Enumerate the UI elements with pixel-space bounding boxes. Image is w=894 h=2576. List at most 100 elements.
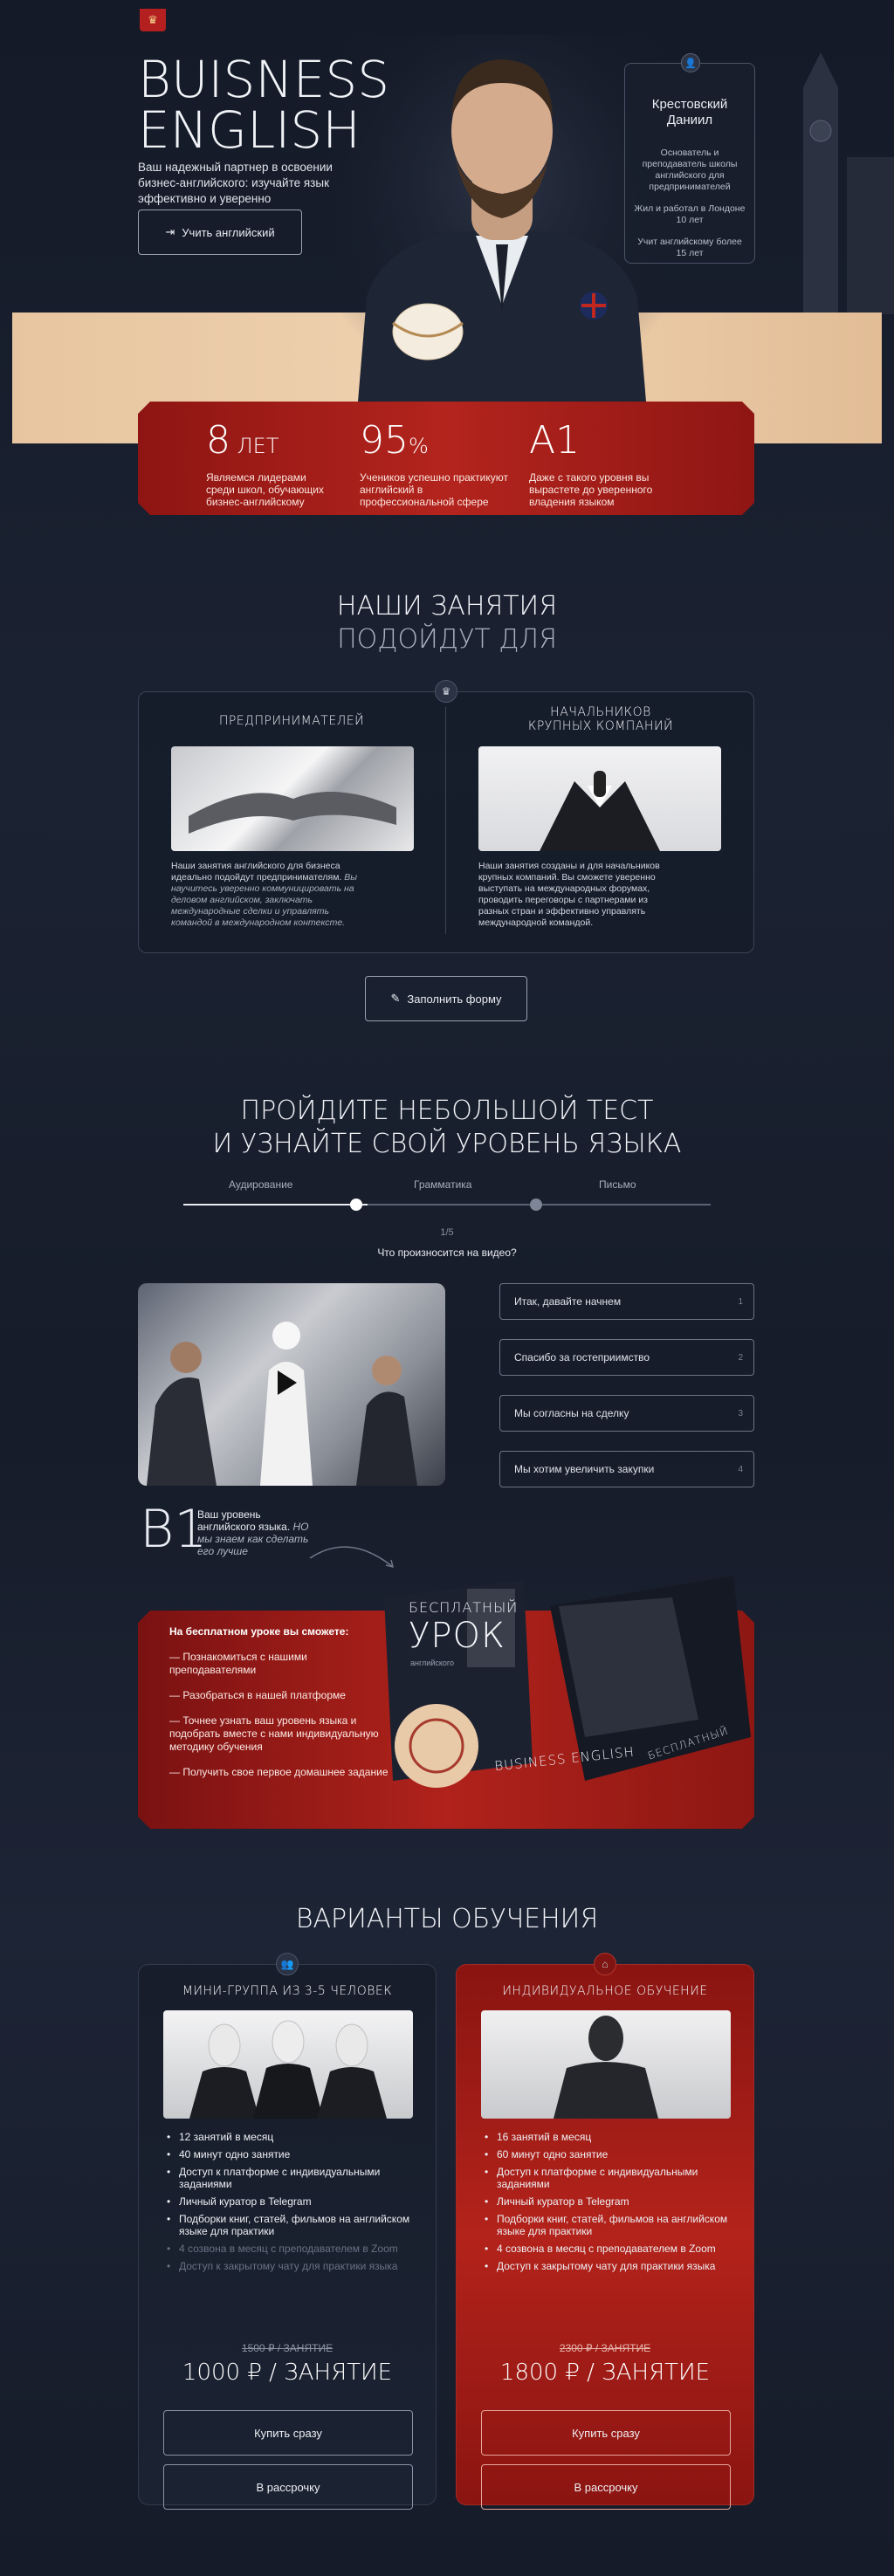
answer-2-text: Спасибо за гостеприимство (514, 1351, 650, 1364)
audience-divider (445, 707, 446, 934)
stat-percent-text: Учеников успешно практикуют английский в… (360, 471, 508, 508)
answer-3-text: Мы согласны на сделку (514, 1407, 629, 1419)
login-icon: ⇥ (165, 225, 175, 238)
level-text-main: Ваш уровень английского языка. (197, 1508, 291, 1533)
hero-title: BUISNESS ENGLISH (138, 54, 389, 155)
plan-individual-features: 16 занятий в месяц 60 минут одно занятие… (485, 2131, 729, 2277)
plan-individual-card: ИНДИВИДУАЛЬНОЕ ОБУЧЕНИЕ 16 занятий в мес… (456, 1964, 754, 2510)
step-grammar[interactable]: Грамматика (414, 1178, 471, 1191)
hero-subtitle: Ваш надежный партнер в освоении бизнес-а… (138, 161, 333, 205)
box-subtitle: английского (410, 1659, 455, 1667)
plan-feature: 12 занятий в месяц (167, 2131, 411, 2143)
free-lesson-item: — Разобраться в нашей платформе (169, 1689, 346, 1701)
plan-feature: 4 созвона в месяц с преподавателем в Zoo… (485, 2243, 729, 2255)
audience-col2-title-line1: НАЧАЛЬНИКОВ (550, 705, 651, 719)
answer-4-key: 4 (738, 1464, 743, 1474)
plan-group-card: МИНИ-ГРУППА ИЗ 3-5 ЧЕЛОВЕК 12 занятий в … (138, 1964, 437, 2510)
hero-title-line2: ENGLISH (138, 100, 361, 160)
suit-figure-image (481, 2010, 731, 2119)
answer-4-text: Мы хотим увеличить закупки (514, 1463, 655, 1475)
audience-col2-title: НАЧАЛЬНИКОВ КРУПНЫХ КОМПАНИЙ (478, 705, 723, 733)
london-skyline (786, 52, 894, 314)
audience-col1-title: ПРЕДПРИНИМАТЕЛЕЙ (218, 714, 365, 728)
play-icon[interactable] (278, 1370, 297, 1395)
question-counter: 1/5 (440, 1227, 454, 1238)
teacher-desc-2: Жил и работал в Лондоне 10 лет (634, 203, 746, 225)
crown-badge-icon: ♛ (435, 680, 457, 703)
stat-percent: 95% Учеников успешно практикуют английск… (360, 419, 534, 508)
step-listening[interactable]: Аудирование (229, 1178, 292, 1191)
stat-years-suffix: ЛЕТ (230, 434, 279, 458)
plan-feature: Личный куратор в Telegram (485, 2195, 729, 2208)
video-player[interactable] (138, 1283, 445, 1486)
fill-form-button[interactable]: ✎ Заполнить форму (365, 976, 527, 1021)
test-heading-line2: И УЗНАЙТЕ СВОЙ УРОВЕНЬ ЯЗЫКА (212, 1129, 682, 1159)
plan-feature-disabled: 4 созвона в месяц с преподавателем в Zoo… (167, 2243, 411, 2255)
free-lesson-item: — Получить свое первое домашнее задание (169, 1766, 389, 1778)
suit-microphone-image (478, 746, 721, 851)
crown-icon: ♛ (148, 13, 158, 26)
plan-group-buy-button[interactable]: Купить сразу (163, 2410, 413, 2456)
plan-feature: Подборки книг, статей, фильмов на англий… (485, 2213, 729, 2237)
teacher-desc-3: Учит английскому более 15 лет (637, 237, 742, 258)
plan-feature: 16 занятий в месяц (485, 2131, 729, 2143)
plan-feature-disabled: Доступ к закрытому чату для практики язы… (167, 2260, 411, 2272)
answer-option-2[interactable]: Спасибо за гостеприимство 2 (499, 1339, 754, 1376)
answer-option-4[interactable]: Мы хотим увеличить закупки 4 (499, 1451, 754, 1487)
plan-group-installment-button[interactable]: В рассрочку (163, 2464, 413, 2510)
audience-col1-text: Наши занятия английского для бизнеса иде… (171, 861, 372, 929)
box-title-line2: УРОК (409, 1616, 505, 1656)
hero-title-line1: BUISNESS (138, 50, 390, 109)
step-writing[interactable]: Письмо (599, 1178, 636, 1191)
plan-individual-buy-button[interactable]: Купить сразу (481, 2410, 731, 2456)
plan-group-price: 1000 ₽ / ЗАНЯТИЕ (182, 2360, 393, 2386)
plan-feature: Личный куратор в Telegram (167, 2195, 411, 2208)
plan-individual-installment-button[interactable]: В рассрочку (481, 2464, 731, 2510)
plan-feature: Доступ к закрытому чату для практики язы… (485, 2260, 729, 2272)
stats-banner: 8 ЛЕТ Являемся лидерами среди школ, обуч… (138, 402, 754, 515)
audience-heading-line1: НАШИ ЗАНЯТИЯ (336, 591, 558, 622)
brand-logo[interactable]: ♛ (140, 9, 166, 31)
plan-individual-title: ИНДИВИДУАЛЬНОЕ ОБУЧЕНИЕ (502, 1984, 708, 1998)
audience-heading-line2: ПОДОЙДУТ ДЛЯ (337, 624, 557, 655)
answer-option-3[interactable]: Мы согласны на сделку 3 (499, 1395, 754, 1432)
plan-feature: Доступ к платформе с индивидуальными зад… (485, 2166, 729, 2190)
stat-years-value: 8 (206, 418, 230, 463)
stat-years: 8 ЛЕТ Являемся лидерами среди школ, обуч… (206, 419, 381, 508)
user-icon: 👤 (681, 53, 700, 72)
plan-individual-price: 1800 ₽ / ЗАНЯТИЕ (499, 2360, 711, 2386)
plan-feature: Доступ к платформе с индивидуальными зад… (167, 2166, 411, 2190)
progress-dot-2[interactable] (530, 1199, 542, 1211)
progress-dot-active[interactable] (350, 1199, 362, 1211)
plan-group-features: 12 занятий в месяц 40 минут одно занятие… (167, 2131, 411, 2277)
box-title-line1: БЕСПЛАТНЫЙ (409, 1599, 519, 1616)
answer-option-1[interactable]: Итак, давайте начнем 1 (499, 1283, 754, 1320)
plan-feature: Подборки книг, статей, фильмов на англий… (167, 2213, 411, 2237)
free-lesson-heading: На бесплатном уроке вы сможете: (169, 1625, 349, 1638)
learn-english-button[interactable]: ⇥ Учить английский (138, 210, 302, 255)
stat-percent-suffix: % (409, 434, 429, 458)
plan-feature: 60 минут одно занятие (485, 2148, 729, 2160)
teacher-name: Крестовский Даниил (651, 97, 728, 127)
plan-feature: 40 минут одно занятие (167, 2148, 411, 2160)
plan-group-old-price: 1500 ₽ / ЗАНЯТИЕ (241, 2342, 334, 2354)
stat-level: A1 Даже с такого уровня вы вырастете до … (529, 419, 704, 508)
free-lesson-item: — Познакомиться с нашими преподавателями (169, 1651, 307, 1676)
answer-2-key: 2 (738, 1352, 743, 1363)
stat-years-text: Являемся лидерами среди школ, обучающих … (206, 471, 324, 508)
stat-level-text: Даже с такого уровня вы вырастете до уве… (529, 471, 653, 508)
plan-group-title: МИНИ-ГРУППА ИЗ 3-5 ЧЕЛОВЕК (182, 1984, 393, 1998)
stat-percent-value: 95 (360, 418, 409, 463)
teacher-desc-1: Основатель и преподаватель школы английс… (642, 148, 738, 192)
learn-english-label: Учить английский (182, 225, 275, 239)
test-heading: ПРОЙДИТЕ НЕБОЛЬШОЙ ТЕСТ И УЗНАЙТЕ СВОЙ У… (0, 1095, 894, 1161)
audience-col2-text: Наши занятия созданы и для начальников к… (478, 861, 660, 928)
test-heading-line1: ПРОЙДИТЕ НЕБОЛЬШОЙ ТЕСТ (240, 1096, 654, 1126)
test-progress-fill (183, 1204, 368, 1206)
free-lesson-item: — Точнее узнать ваш уровень языка и подо… (169, 1714, 379, 1753)
fill-form-label: Заполнить форму (407, 992, 502, 1006)
teacher-card: 👤 Крестовский Даниил Основатель и препод… (624, 53, 755, 264)
level-text: Ваш уровень английского языка. НО мы зна… (197, 1508, 311, 1557)
audience-col2-title-line2: КРУПНЫХ КОМПАНИЙ (527, 719, 674, 733)
mannequins-image (163, 2010, 413, 2119)
